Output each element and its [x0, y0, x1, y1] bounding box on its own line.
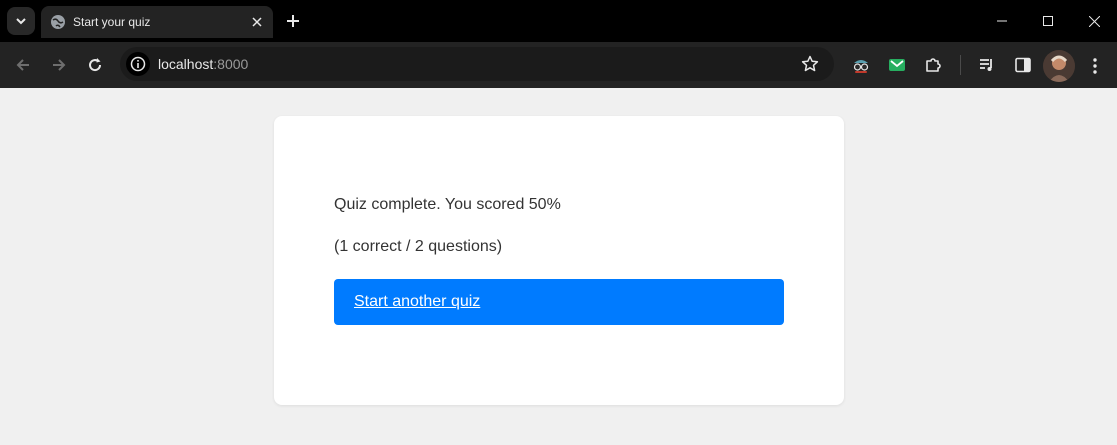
close-icon[interactable] [247, 12, 267, 32]
quiz-result-card: Quiz complete. You scored 50% (1 correct… [274, 116, 844, 405]
info-icon [130, 56, 146, 72]
tab-search-button[interactable] [7, 7, 35, 35]
plus-icon [287, 15, 299, 27]
quiz-score-detail: (1 correct / 2 questions) [334, 238, 503, 255]
browser-tab[interactable]: Start your quiz [41, 6, 273, 38]
back-button[interactable] [11, 53, 35, 77]
url-port: :8000 [213, 56, 249, 72]
bookmark-star-button[interactable] [800, 54, 820, 74]
extensions-button[interactable] [921, 53, 945, 77]
start-another-quiz-link[interactable]: Start another quiz [354, 293, 480, 311]
url-text: localhost:8000 [158, 56, 248, 72]
new-tab-button[interactable] [281, 9, 305, 33]
extension-mail-button[interactable] [885, 53, 909, 77]
reload-button[interactable] [83, 53, 107, 77]
reload-icon [89, 58, 102, 72]
minimize-button[interactable] [979, 0, 1025, 42]
forward-button[interactable] [47, 53, 71, 77]
arrow-right-icon [53, 59, 66, 71]
arrow-left-icon [16, 59, 29, 71]
window-close-button[interactable] [1071, 0, 1117, 42]
site-info-button[interactable] [126, 52, 150, 76]
profile-avatar[interactable] [1043, 50, 1075, 82]
browser-toolbar: localhost:8000 [0, 42, 1117, 88]
spy-glasses-icon [853, 60, 869, 73]
tab-title: Start your quiz [73, 15, 151, 29]
toolbar-divider [960, 55, 961, 75]
side-panel-button[interactable] [1011, 53, 1035, 77]
more-vertical-icon [1093, 58, 1097, 74]
puzzle-icon [926, 58, 941, 72]
url-host: localhost [158, 56, 214, 72]
start-another-quiz-button[interactable]: Start another quiz [334, 279, 784, 325]
star-icon [801, 55, 819, 72]
side-panel-icon [1015, 57, 1031, 73]
address-bar[interactable]: localhost:8000 [120, 47, 834, 81]
close-icon [1088, 15, 1100, 27]
maximize-icon [1043, 16, 1053, 26]
browser-titlebar: Start your quiz [0, 0, 1117, 42]
mail-icon [889, 59, 905, 71]
media-controls-button[interactable] [975, 53, 999, 77]
quiz-score-text: Quiz complete. You scored 50% [334, 196, 561, 213]
avatar-photo-icon [1043, 50, 1075, 82]
chevron-down-icon [16, 18, 26, 25]
minimize-icon [997, 20, 1007, 22]
globe-icon [50, 14, 66, 30]
maximize-button[interactable] [1025, 0, 1071, 42]
extension-spy-button[interactable] [849, 53, 873, 77]
browser-menu-button[interactable] [1083, 54, 1107, 78]
playlist-icon [980, 59, 992, 71]
